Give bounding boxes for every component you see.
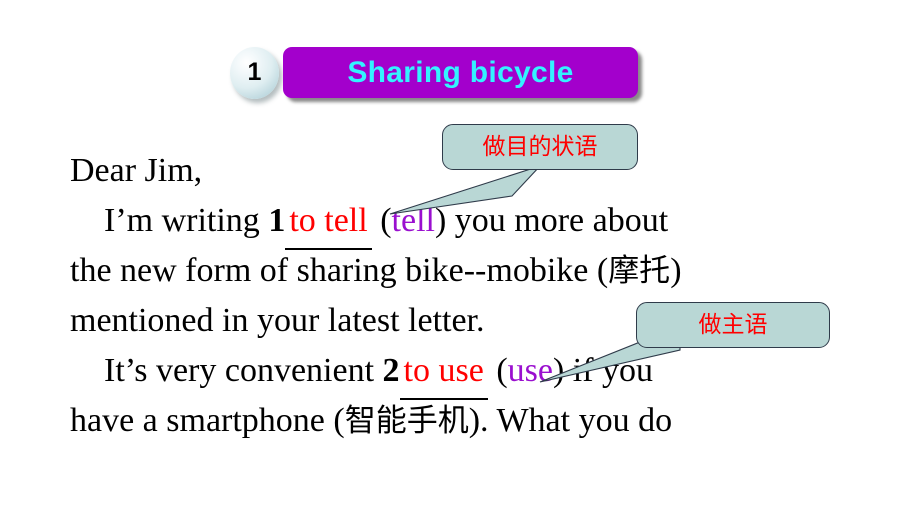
body-text-run: have a smartphone ( xyxy=(70,402,345,439)
body-text-run: I’m writing xyxy=(104,202,269,239)
chinese-gloss: 摩托 xyxy=(608,253,671,289)
callout-annotation-1: 做目的状语 xyxy=(389,124,650,215)
body-text-run: ). What you do xyxy=(468,402,673,439)
body-text-run: ( xyxy=(371,202,392,239)
line-2: the new form of sharing bike--mobike (摩托… xyxy=(70,246,860,296)
body-text-run: It’s very convenient xyxy=(104,352,383,389)
section-title-box: Sharing bicycle xyxy=(283,47,638,98)
callout-label-2: 做主语 xyxy=(698,311,768,338)
body-text-run: the new form of sharing bike--mobike ( xyxy=(70,252,609,289)
callout-bubble-2: 做主语 xyxy=(636,302,830,348)
body-text-run: ) xyxy=(670,252,682,289)
fill-in-blank[interactable]: to use xyxy=(399,346,489,400)
callout-bubble-1: 做目的状语 xyxy=(442,124,638,170)
blank-answer: to tell xyxy=(289,202,368,239)
callout-annotation-2: 做主语 xyxy=(539,302,830,383)
chinese-gloss: 智能手机 xyxy=(344,403,469,439)
blank-number: 1 xyxy=(268,202,286,239)
blank-number: 2 xyxy=(382,352,400,389)
body-text-run: ( xyxy=(487,352,508,389)
line-5: have a smartphone (智能手机). What you do xyxy=(70,396,860,446)
body-text-run: mentioned in your latest letter. xyxy=(70,302,485,339)
blank-answer: to use xyxy=(403,352,484,389)
step-number-label: 1 xyxy=(247,57,262,86)
fill-in-blank[interactable]: to tell xyxy=(285,196,373,250)
body-text-run: Dear Jim, xyxy=(70,152,203,189)
section-title-text: Sharing bicycle xyxy=(347,55,574,89)
slide-canvas: 1 Sharing bicycle Dear Jim, I’m writing 1… xyxy=(0,0,920,516)
slide-header: 1 Sharing bicycle xyxy=(0,0,920,120)
callout-label-1: 做目的状语 xyxy=(482,133,598,160)
step-number-sphere: 1 xyxy=(230,47,279,99)
